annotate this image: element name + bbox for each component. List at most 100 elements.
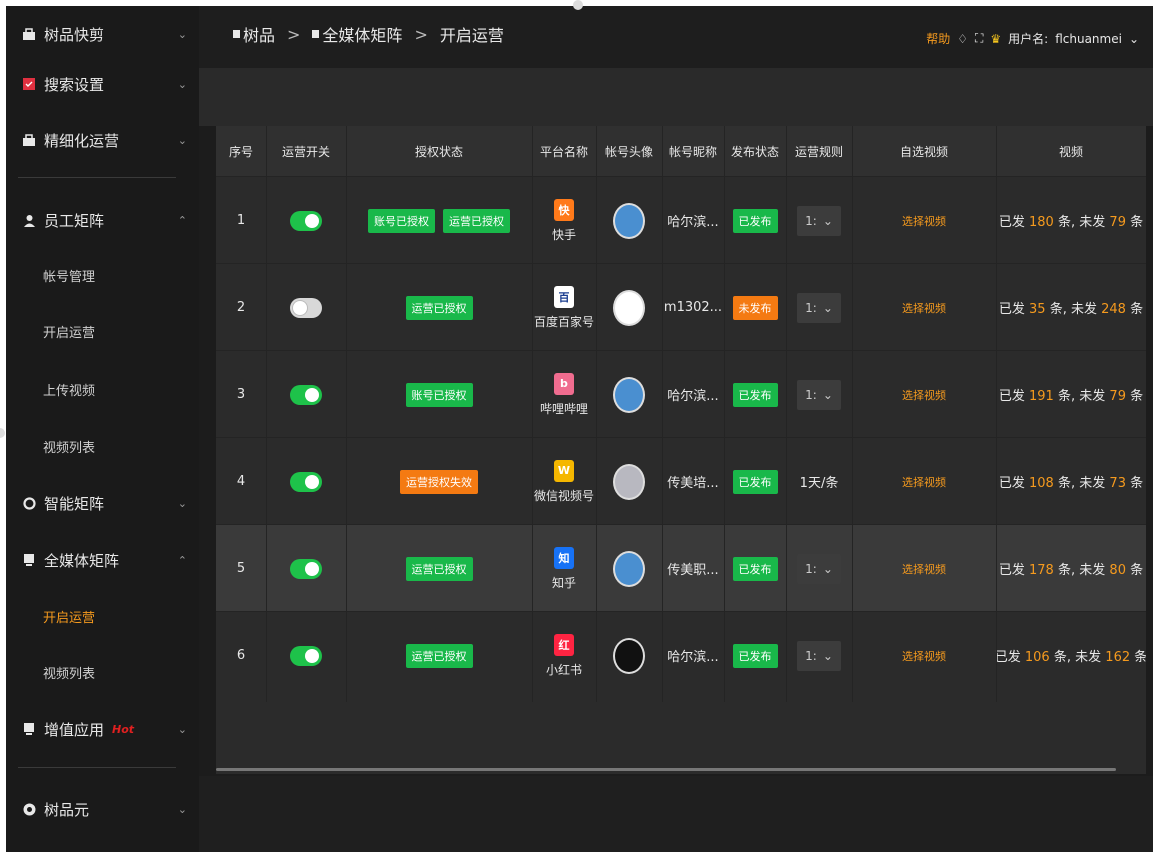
app-frame: 树品快剪 ⌄ 搜索设置 ⌄ 精细化运营 ⌄ 员工矩阵 ⌃ 帐号管理 开启运营 上…: [6, 6, 1153, 852]
platform-name: 小红书: [545, 662, 582, 677]
sidebar-item-shupinyuan[interactable]: 树品元 ⌄: [6, 781, 199, 837]
cell-switch: [266, 525, 346, 612]
sidebar-item-fine-ops[interactable]: 精细化运营 ⌄: [6, 112, 199, 168]
sidebar-item-all-media-matrix[interactable]: 全媒体矩阵 ⌃: [6, 532, 199, 588]
avatar: [613, 463, 645, 500]
sidebar-subitem-start-ops-active[interactable]: 开启运营: [6, 588, 199, 644]
cell-index: 6: [216, 612, 266, 699]
ops-rule-value: 1:: [805, 561, 817, 576]
select-video-link[interactable]: 选择视频: [902, 561, 946, 577]
select-video-link[interactable]: 选择视频: [902, 300, 946, 316]
platform-name: 哔哩哔哩: [539, 401, 588, 416]
table-header: 序号 运营开关 授权状态 平台名称 帐号头像 帐号昵称 发布状态 运营规则 自选视频 视频: [216, 126, 1146, 176]
publish-status-badge: 已发布: [732, 208, 778, 233]
sidebar-subitem-account-manage[interactable]: 帐号管理: [6, 247, 199, 303]
chevron-down-icon: ⌄: [177, 133, 187, 147]
cell-pick: 选择视频: [852, 264, 996, 351]
sent-prefix: 已发: [998, 476, 1025, 491]
sidebar-subitem-video-list[interactable]: 视频列表: [6, 644, 199, 700]
select-video-link[interactable]: 选择视频: [902, 648, 946, 664]
publish-status-badge: 已发布: [732, 382, 778, 407]
column-header: 帐号昵称: [668, 144, 717, 159]
column-divider: [852, 126, 853, 702]
username[interactable]: flchuanmei: [1055, 32, 1122, 46]
cell-rule: 1: ⌄: [786, 264, 852, 351]
auth-badge: 运营已授权: [405, 643, 473, 668]
table-row: 2 运营已授权 百百度百家号 m1302... 未发布 1: ⌄ 选择视频 已发 35 条, 未…: [216, 263, 1146, 350]
cell-status: 已发布: [724, 525, 786, 612]
ops-rule-select[interactable]: 1: ⌄: [797, 553, 841, 584]
cell-index: 1: [216, 177, 266, 264]
auth-badge: 运营已授权: [405, 556, 473, 581]
column-header: 帐号头像: [604, 144, 653, 159]
ops-rule-select[interactable]: 1: ⌄: [797, 205, 841, 236]
sidebar-item-search-settings[interactable]: 搜索设置 ⌄: [6, 56, 199, 112]
cell-switch: [266, 612, 346, 699]
sidebar-subitem-video-list[interactable]: 视频列表: [6, 418, 199, 474]
sidebar-item-label: 精细化运营: [44, 131, 120, 150]
cell-platform: 红小红书: [532, 612, 596, 699]
ops-toggle[interactable]: [290, 645, 322, 666]
sidebar-item-smart-matrix[interactable]: 智能矩阵 ⌄: [6, 475, 199, 531]
unit: 条: [1057, 476, 1071, 491]
publish-status-badge: 已发布: [732, 469, 778, 494]
scrollbar-thumb[interactable]: [216, 768, 1116, 771]
column-divider: [346, 126, 347, 702]
cell-nickname: 哈尔滨...: [662, 177, 724, 264]
select-video-link[interactable]: 选择视频: [902, 213, 946, 229]
ops-toggle[interactable]: [290, 210, 322, 231]
chevron-down-icon: ⌄: [822, 387, 833, 402]
avatar: [613, 289, 645, 326]
column-header: 序号: [228, 144, 253, 159]
toggle-knob: [305, 387, 319, 402]
ops-toggle[interactable]: [290, 471, 322, 492]
ops-rule-value: 1:: [805, 648, 817, 663]
breadcrumb-item[interactable]: 全媒体矩阵: [322, 22, 402, 46]
toolbar-band: [199, 68, 1153, 126]
auth-badge: 账号已授权: [368, 208, 435, 233]
select-video-link[interactable]: 选择视频: [902, 474, 946, 490]
breadcrumb-separator: >: [414, 24, 428, 44]
ops-rule-select[interactable]: 1: ⌄: [797, 379, 841, 410]
cell-video: 已发 106 条, 未发 162 条: [994, 612, 1146, 699]
divider: [18, 767, 176, 768]
row-index: 5: [236, 561, 246, 576]
ops-toggle[interactable]: [290, 384, 322, 405]
cell-index: 5: [216, 525, 266, 612]
help-link[interactable]: 帮助: [926, 30, 950, 47]
sent-count: 180: [1029, 215, 1054, 230]
bell-icon[interactable]: ♢: [957, 32, 968, 46]
cell-platform: 知知乎: [532, 525, 596, 612]
sent-prefix: 已发: [998, 389, 1025, 404]
horizontal-scrollbar[interactable]: [216, 766, 1146, 774]
chevron-down-icon: ⌄: [822, 300, 833, 315]
column-divider: [786, 126, 787, 702]
decorative-dot: [573, 0, 583, 10]
breadcrumb-item-current: 开启运营: [439, 26, 504, 45]
chevron-down-icon[interactable]: ⌄: [1129, 32, 1139, 46]
sidebar-item-shupin-kuaijian[interactable]: 树品快剪 ⌄: [6, 6, 199, 62]
fullscreen-icon[interactable]: ⛶: [975, 31, 983, 46]
app-icon: [22, 722, 36, 736]
sidebar-subitem-start-ops[interactable]: 开启运营: [6, 303, 199, 359]
xiaohongshu-icon: 红: [553, 633, 574, 656]
row-index: 2: [236, 300, 246, 315]
square-icon: [233, 30, 240, 38]
cell-avatar: [596, 351, 662, 438]
sidebar-subitem-upload-video[interactable]: 上传视频: [6, 361, 199, 417]
ops-toggle[interactable]: [290, 558, 322, 579]
unsent-count: 79: [1109, 389, 1126, 404]
cell-pick: 选择视频: [852, 351, 996, 438]
cell-rule: 1: ⌄: [786, 612, 852, 699]
chevron-down-icon: ⌄: [822, 648, 833, 663]
video-count: 已发 106 条, 未发 162 条: [994, 650, 1146, 665]
select-video-link[interactable]: 选择视频: [902, 387, 946, 403]
chevron-down-icon: ⌄: [822, 213, 833, 228]
ops-rule-select[interactable]: 1: ⌄: [797, 292, 841, 323]
ops-toggle[interactable]: [290, 297, 322, 318]
ops-rule-select[interactable]: 1: ⌄: [797, 640, 841, 671]
account-nickname: 哈尔滨...: [667, 215, 719, 230]
breadcrumb-item[interactable]: 树品: [243, 22, 275, 46]
sidebar-item-staff-matrix[interactable]: 员工矩阵 ⌃: [6, 192, 199, 248]
sidebar-item-value-added-apps[interactable]: 增值应用 Hot ⌄: [6, 701, 199, 757]
